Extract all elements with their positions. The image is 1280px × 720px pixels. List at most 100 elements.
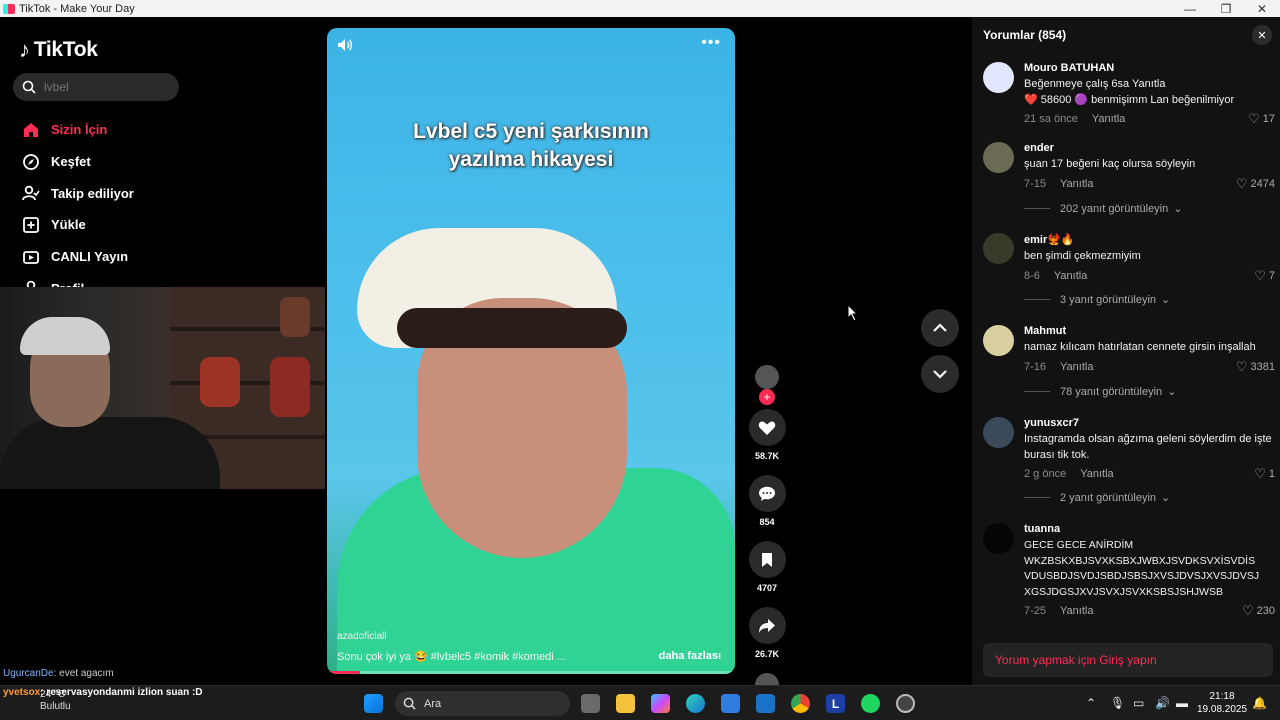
comment-action[interactable]: 854	[745, 475, 789, 527]
chat-message: yvetsox: reservasyondanmi izlion suan :D	[3, 687, 203, 698]
commenter-name[interactable]: Mouro BATUHAN	[1024, 62, 1274, 74]
commenter-name[interactable]: ender	[1024, 142, 1274, 154]
task-view-icon[interactable]	[581, 694, 600, 713]
sidebar-item-for-you[interactable]: Sizin İçin	[22, 114, 134, 146]
heart-outline-icon: ♡	[1254, 466, 1266, 481]
follow-plus-icon[interactable]: +	[759, 389, 775, 405]
see-more-link[interactable]: daha fazlası	[659, 650, 721, 662]
comment-like-button[interactable]: ♡ 2474	[1236, 176, 1275, 192]
volume-tray-icon[interactable]: 🔊	[1155, 696, 1170, 710]
store-icon[interactable]	[721, 694, 740, 713]
view-replies-button[interactable]: 3 yanıt görüntüleyin ⌄	[1024, 293, 1264, 306]
sidebar-item-live[interactable]: CANLI Yayın	[22, 241, 134, 273]
minimize-button[interactable]: —	[1172, 0, 1208, 17]
commenter-name[interactable]: Mahmut	[1024, 325, 1274, 337]
save-count: 4707	[756, 583, 778, 593]
sidebar-item-following[interactable]: Takip ediliyor	[22, 177, 134, 209]
following-icon	[22, 184, 40, 202]
windows-start-icon[interactable]	[364, 694, 383, 713]
launcher-l-icon[interactable]: L	[826, 694, 845, 713]
previous-video-button[interactable]	[921, 309, 959, 347]
taskbar-clock[interactable]: 21:18 19.08.2025	[1197, 690, 1247, 716]
view-replies-button[interactable]: 202 yanıt görüntüleyin ⌄	[1024, 202, 1264, 215]
heart-icon[interactable]	[748, 409, 786, 446]
search-box[interactable]	[13, 73, 179, 101]
comment-like-button[interactable]: ♡ 3381	[1236, 359, 1275, 375]
save-action[interactable]: 4707	[745, 541, 789, 593]
author-avatar[interactable]: +	[755, 365, 779, 405]
reply-button[interactable]: Yanıtla	[1080, 468, 1113, 480]
reply-button[interactable]: Yanıtla	[1060, 178, 1093, 190]
sidebar-item-explore[interactable]: Keşfet	[22, 146, 134, 178]
copilot-icon[interactable]	[651, 694, 670, 713]
reply-button[interactable]: Yanıtla	[1060, 605, 1093, 617]
taskbar-search[interactable]: Ara	[395, 691, 570, 716]
comment-like-count: 3381	[1250, 360, 1275, 373]
volume-icon[interactable]	[337, 38, 353, 55]
comment-icon[interactable]	[748, 475, 786, 512]
video-author[interactable]: azadoficiall	[337, 631, 386, 642]
video-description: Sonu çok iyi ya 😂 #lvbelc5 #komik #komed…	[337, 651, 566, 663]
sidebar-item-label: Takip ediliyor	[51, 185, 134, 201]
login-to-comment-button[interactable]: Yorum yapmak için Giriş yapın	[983, 643, 1273, 677]
clock-date: 19.08.2025	[1197, 704, 1248, 715]
commenter-avatar[interactable]	[983, 233, 1014, 264]
reply-button[interactable]: Yanıtla	[1060, 361, 1093, 373]
edge-icon[interactable]	[686, 694, 705, 713]
logo-text: TikTok	[33, 38, 98, 61]
sidebar-item-upload[interactable]: Yükle	[22, 209, 134, 241]
chat-user: UgurcanDe	[3, 668, 54, 679]
battery-icon[interactable]: ▬	[1176, 696, 1188, 710]
notification-icon[interactable]: 🔔	[1252, 696, 1267, 710]
comments-panel: Yorumlar (854) ✕ Mouro BATUHAN Beğenmeye…	[972, 17, 1280, 685]
live-icon	[22, 248, 40, 266]
spotify-icon[interactable]	[861, 694, 880, 713]
close-comments-button[interactable]: ✕	[1252, 25, 1272, 45]
commenter-avatar[interactable]	[983, 417, 1014, 448]
commenter-avatar[interactable]	[983, 325, 1014, 356]
commenter-avatar[interactable]	[983, 523, 1014, 554]
tiktok-logo[interactable]: ♪ TikTok	[19, 37, 98, 63]
more-options-icon[interactable]: •••	[701, 34, 721, 52]
commenter-avatar[interactable]	[983, 142, 1014, 173]
commenter-name[interactable]: yunusxcr7	[1024, 417, 1274, 429]
view-replies-button[interactable]: 2 yanıt görüntüleyin ⌄	[1024, 491, 1264, 504]
comment-like-button[interactable]: ♡ 230	[1242, 603, 1275, 619]
mail-icon[interactable]	[756, 694, 775, 713]
reply-button[interactable]: Yanıtla	[1092, 113, 1125, 125]
comment-like-button[interactable]: ♡ 17	[1248, 111, 1275, 127]
microphone-icon[interactable]: 🎙	[1110, 696, 1125, 710]
comment-like-button[interactable]: ♡ 7	[1254, 268, 1275, 284]
video-progress[interactable]	[327, 671, 735, 674]
heart-outline-icon: ♡	[1254, 267, 1266, 283]
view-replies-button[interactable]: 78 yanıt görüntüleyin ⌄	[1024, 385, 1264, 398]
like-action[interactable]: 58.7K	[745, 409, 789, 461]
commenter-name[interactable]: emir🐦‍🔥🔥	[1024, 233, 1274, 246]
maximize-button[interactable]: ❐	[1208, 0, 1244, 17]
network-icon[interactable]: ▭	[1133, 696, 1144, 710]
file-explorer-icon[interactable]	[616, 694, 635, 713]
sidebar-item-label: CANLI Yayın	[51, 249, 129, 265]
video-player[interactable]: ••• Lvbel c5 yeni şarkısının yazılma hik…	[327, 28, 735, 674]
comment-like-button[interactable]: ♡ 1	[1254, 466, 1275, 482]
share-count: 26.7K	[754, 649, 780, 659]
search-icon	[22, 80, 36, 94]
share-icon[interactable]	[748, 607, 786, 644]
sidebar: ♪ TikTok Sizin İçin Keşfet Takip ediliyo…	[0, 17, 325, 296]
next-video-button[interactable]	[921, 355, 959, 393]
like-count: 58.7K	[754, 451, 780, 461]
heart-outline-icon: ♡	[1235, 175, 1248, 191]
obs-icon[interactable]	[896, 694, 915, 713]
reply-button[interactable]: Yanıtla	[1054, 270, 1087, 282]
search-input[interactable]	[44, 80, 164, 94]
bookmark-icon[interactable]	[748, 541, 786, 578]
chat-user: yvetsox	[3, 687, 41, 698]
share-action[interactable]: 26.7K	[745, 607, 789, 659]
compass-icon	[22, 153, 40, 171]
commenter-name[interactable]: tuanna	[1024, 523, 1274, 535]
chevron-down-icon: ⌄	[1173, 203, 1183, 215]
tray-overflow-icon[interactable]: ⌃	[1086, 696, 1096, 710]
close-window-button[interactable]: ✕	[1244, 0, 1280, 17]
commenter-avatar[interactable]	[983, 62, 1014, 93]
chrome-icon[interactable]	[791, 694, 810, 713]
